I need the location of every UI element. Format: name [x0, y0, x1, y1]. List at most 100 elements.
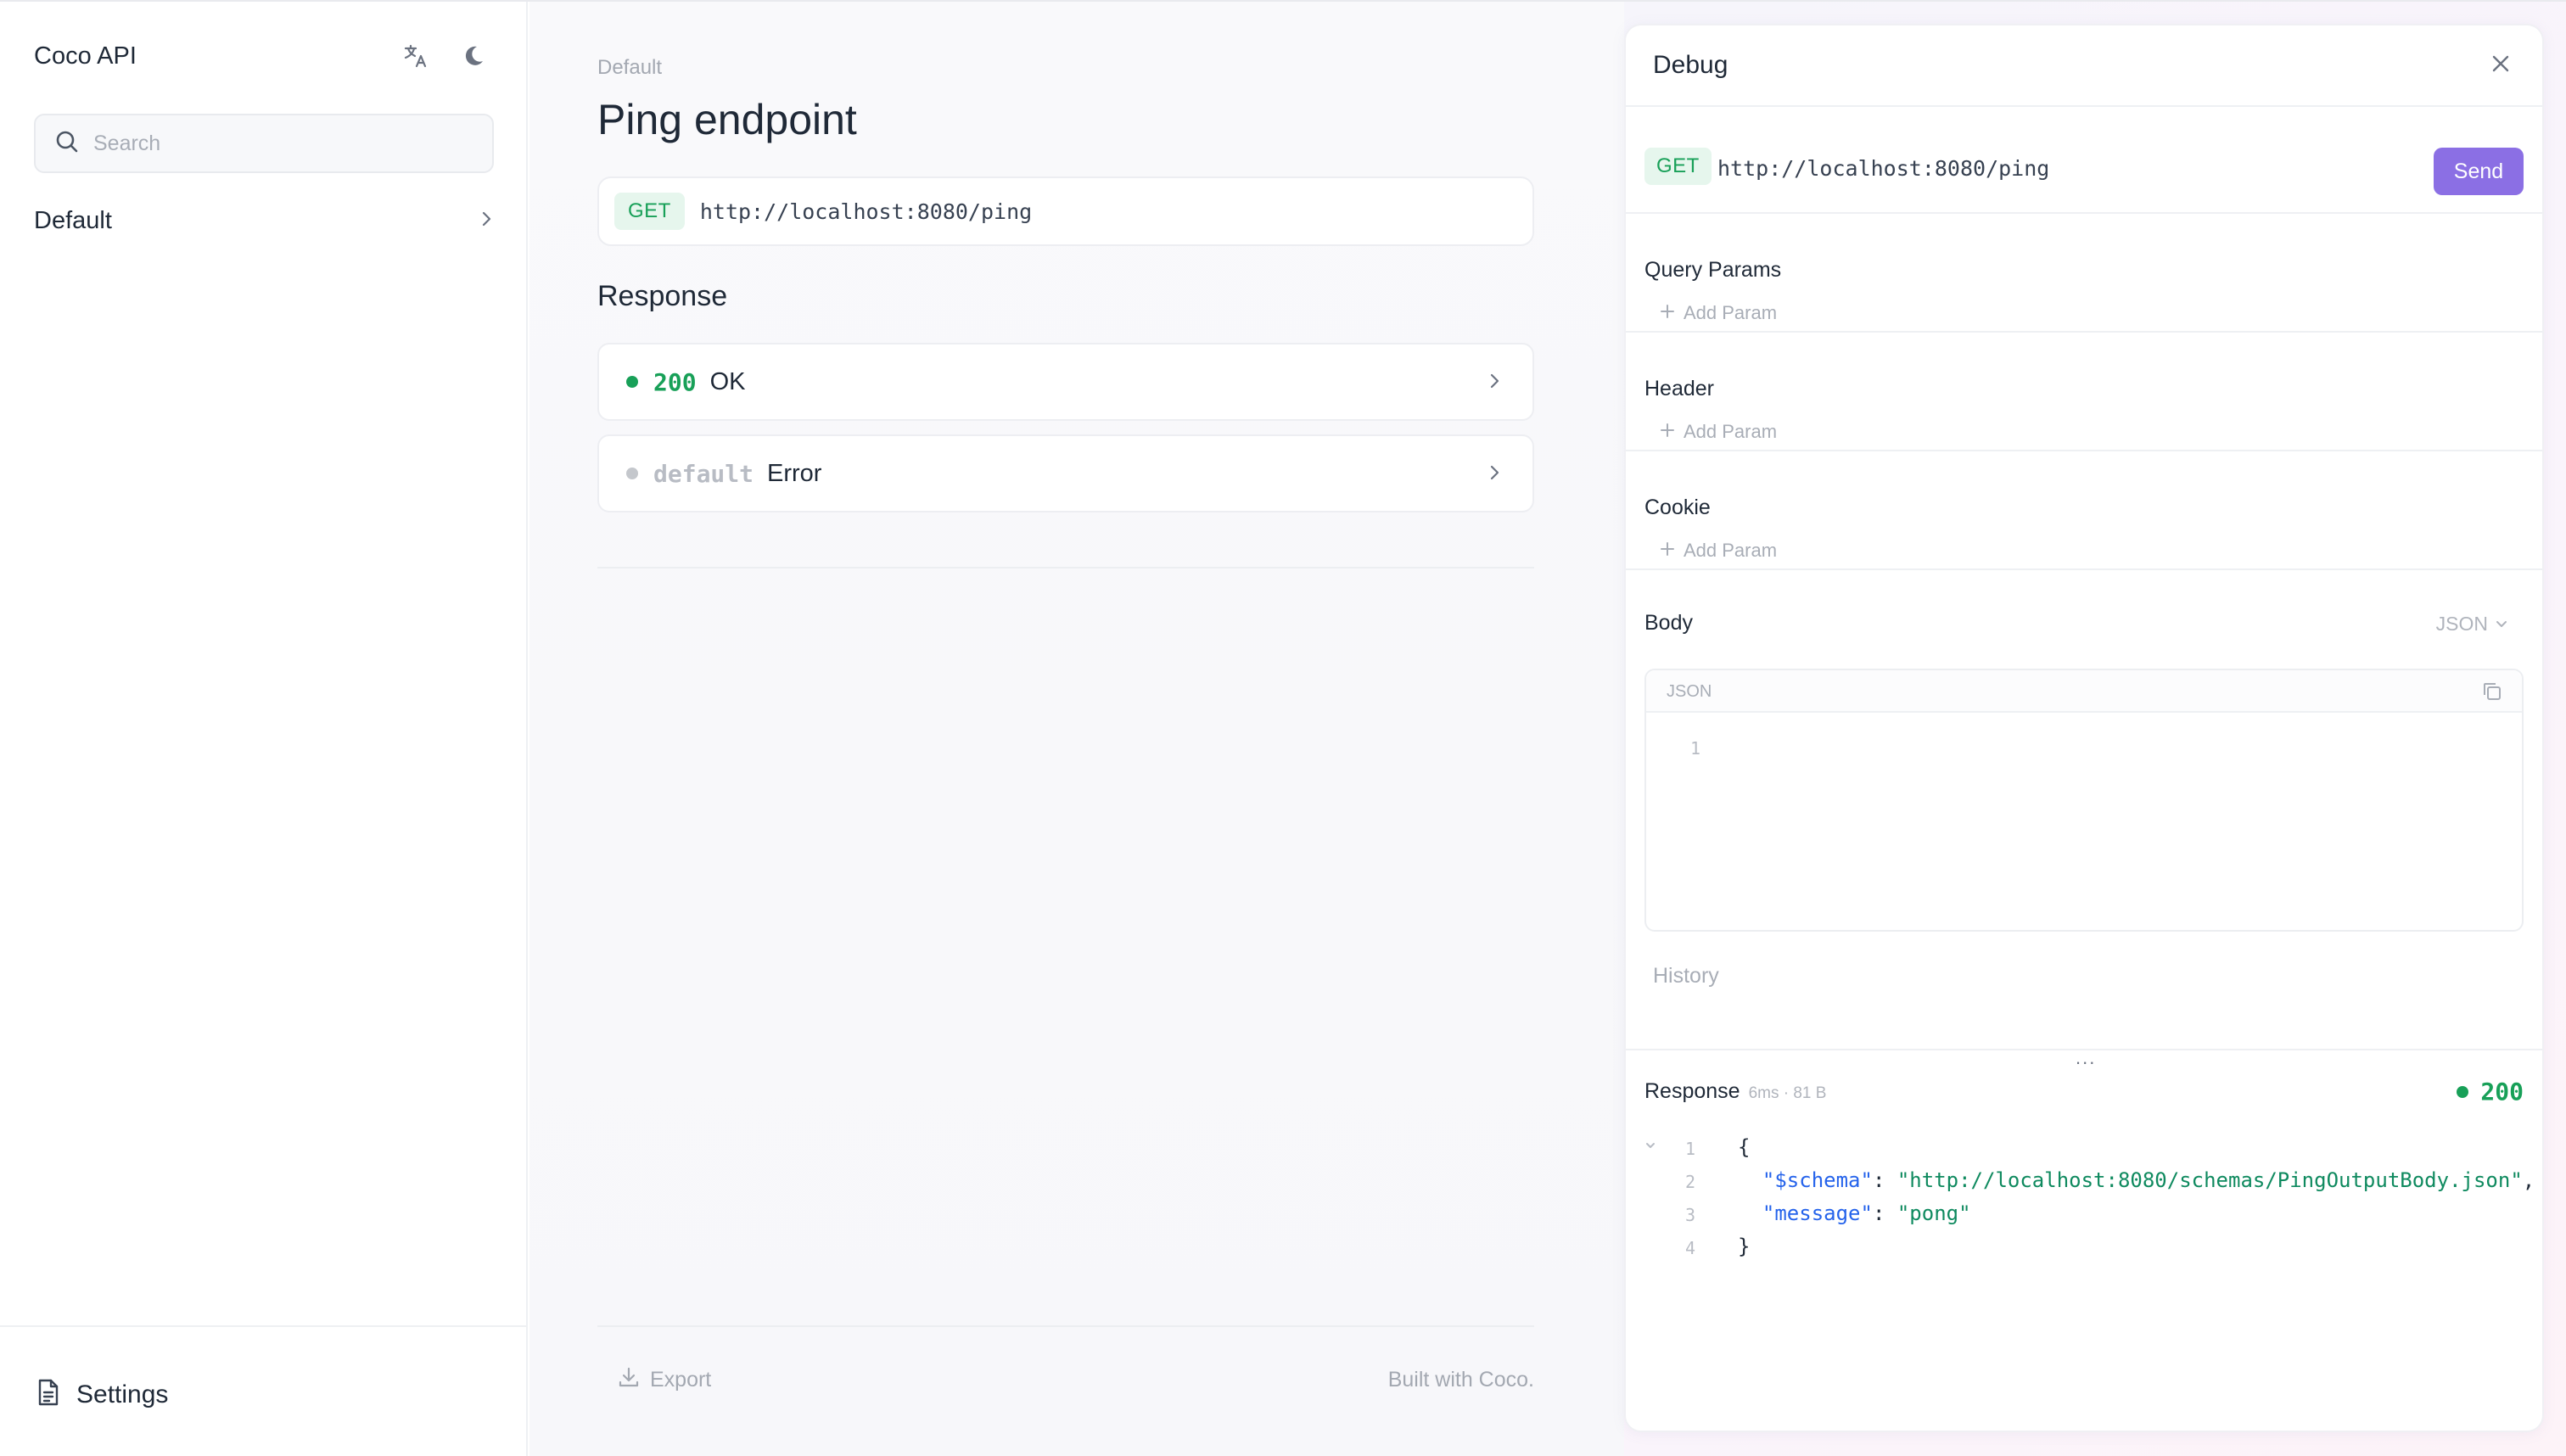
resize-handle[interactable]: ...	[2076, 1047, 2096, 1069]
request-url[interactable]: http://localhost:8080/ping	[1717, 156, 2049, 181]
status-dot	[626, 376, 638, 388]
response-row-200[interactable]: 200 OK	[597, 343, 1534, 421]
response-code-view[interactable]: 1 { 2 "$schema": "http://localhost:8080/…	[1644, 1135, 2535, 1268]
debug-title: Debug	[1653, 51, 1728, 79]
json-value: "http://localhost:8080/schemas/PingOutpu…	[1896, 1168, 2523, 1192]
sidebar: Coco API Default	[0, 2, 528, 1456]
response-text: Error	[767, 459, 822, 487]
json-separator: :	[1872, 1168, 1897, 1192]
code-line: 1 {	[1644, 1135, 2527, 1168]
download-icon	[618, 1366, 640, 1394]
chevron-right-icon	[1485, 463, 1504, 486]
send-button[interactable]: Send	[2434, 148, 2524, 195]
cookie-section: Cookie Add Param	[1626, 453, 2542, 570]
fold-chevron-icon[interactable]	[1644, 1139, 1656, 1155]
method-badge: GET	[614, 193, 685, 230]
chevron-right-icon	[477, 210, 496, 232]
section-title: Body	[1644, 611, 1693, 635]
main-content: Default Ping endpoint GET http://localho…	[529, 2, 1624, 1456]
line-number: 2	[1684, 1172, 1695, 1192]
export-button[interactable]: Export	[618, 1366, 711, 1394]
settings-label: Settings	[76, 1380, 169, 1408]
editor-header: JSON	[1646, 670, 2522, 713]
code-line: 2 "$schema": "http://localhost:8080/sche…	[1644, 1168, 2535, 1201]
main-footer: Export Built with Coco.	[597, 1325, 1534, 1456]
response-code: 200	[653, 367, 697, 396]
json-value: "pong"	[1896, 1201, 1971, 1225]
editor-label: JSON	[1667, 682, 1712, 701]
settings-button[interactable]: Settings	[36, 1378, 168, 1411]
endpoint-bar[interactable]: GET http://localhost:8080/ping	[597, 176, 1534, 246]
sidebar-item-label: Default	[34, 206, 112, 234]
request-bar: GET http://localhost:8080/ping Send	[1626, 109, 2542, 214]
line-number: 1	[1684, 1139, 1695, 1159]
json-separator: :	[1872, 1201, 1897, 1225]
history-toggle[interactable]: History	[1653, 964, 1719, 988]
status-code: 200	[2480, 1078, 2524, 1106]
code-text: "$schema": "http://localhost:8080/schema…	[1738, 1168, 2535, 1192]
document-icon	[36, 1378, 61, 1411]
chevron-down-icon	[2495, 613, 2508, 636]
json-key: "message"	[1762, 1201, 1873, 1225]
copy-icon[interactable]	[2481, 680, 2503, 707]
response-meta: 6ms · 81 B	[1748, 1084, 1827, 1102]
response-title: Response	[1644, 1079, 1740, 1103]
method-badge[interactable]: GET	[1644, 148, 1712, 185]
line-number: 1	[1690, 738, 1701, 759]
responses-heading: Response	[597, 280, 728, 312]
body-type-label: JSON	[2435, 613, 2488, 635]
add-param-button[interactable]: Add Param	[1660, 302, 1777, 324]
code-text: }	[1738, 1235, 1751, 1258]
search-box[interactable]	[34, 114, 494, 173]
response-header: Response 6ms · 81 B	[1644, 1079, 1826, 1104]
code-line: 3 "message": "pong"	[1644, 1201, 2527, 1235]
translate-icon[interactable]	[399, 39, 433, 73]
line-number: 4	[1684, 1238, 1695, 1258]
section-title: Query Params	[1644, 258, 1782, 282]
search-icon	[54, 129, 80, 159]
close-icon	[2490, 53, 2512, 79]
response-status: 200	[2457, 1078, 2524, 1106]
body-type-select[interactable]: JSON	[2436, 613, 2508, 636]
add-param-button[interactable]: Add Param	[1660, 421, 1777, 443]
breadcrumb: Default	[597, 56, 663, 79]
page-title: Ping endpoint	[597, 96, 857, 143]
add-param-label: Add Param	[1684, 302, 1778, 323]
query-params-section: Query Params Add Param	[1626, 216, 2542, 333]
code-text: {	[1738, 1135, 1751, 1159]
response-code: default	[653, 459, 754, 488]
body-editor[interactable]: JSON 1	[1644, 669, 2524, 932]
chevron-right-icon	[1485, 372, 1504, 395]
status-dot	[626, 468, 638, 479]
sidebar-footer: Settings	[0, 1325, 526, 1456]
json-key: "$schema"	[1762, 1168, 1873, 1192]
section-title: Header	[1644, 377, 1714, 400]
section-title: Cookie	[1644, 496, 1711, 519]
add-param-button[interactable]: Add Param	[1660, 540, 1777, 562]
search-input[interactable]	[93, 131, 467, 156]
close-button[interactable]	[2486, 51, 2515, 80]
built-with-text[interactable]: Built with Coco.	[1388, 1368, 1534, 1392]
sidebar-item-default[interactable]: Default	[34, 202, 496, 239]
moon-icon[interactable]	[457, 39, 490, 73]
plus-icon	[1660, 540, 1675, 562]
add-param-label: Add Param	[1684, 421, 1778, 442]
status-dot	[2457, 1085, 2469, 1098]
line-number: 3	[1684, 1205, 1695, 1225]
debug-header: Debug	[1626, 25, 2542, 107]
endpoint-url[interactable]: http://localhost:8080/ping	[700, 199, 1032, 224]
json-comma: ,	[2522, 1168, 2535, 1192]
export-label: Export	[650, 1368, 712, 1392]
code-text: "message": "pong"	[1738, 1201, 1971, 1225]
debug-panel: Debug GET http://localhost:8080/ping Sen…	[1624, 24, 2544, 1432]
code-line: 4 }	[1644, 1235, 2527, 1268]
plus-icon	[1660, 421, 1675, 443]
response-row-default[interactable]: default Error	[597, 434, 1534, 512]
response-text: OK	[709, 367, 746, 395]
section-divider	[597, 567, 1534, 568]
add-param-label: Add Param	[1684, 540, 1778, 561]
plus-icon	[1660, 302, 1675, 324]
header-section: Header Add Param	[1626, 334, 2542, 451]
